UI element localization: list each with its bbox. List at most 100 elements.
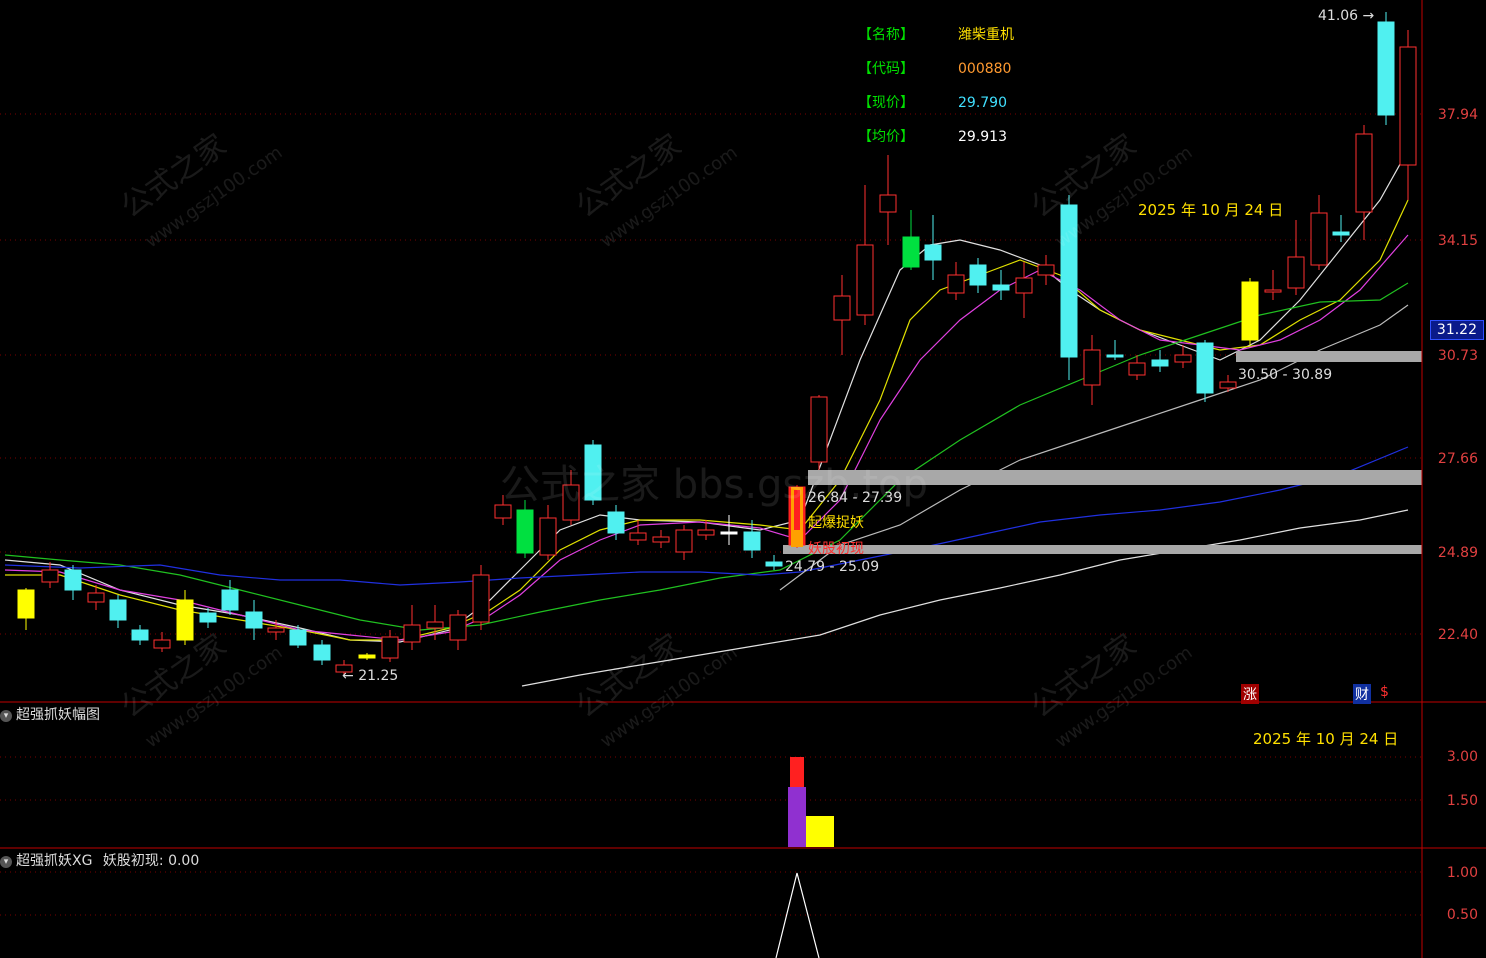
candle-body xyxy=(652,536,670,543)
pane3-axis-label: 1.00 xyxy=(1446,865,1478,881)
candle-body xyxy=(1219,381,1237,389)
high-price-label: 41.06 → xyxy=(1318,8,1375,24)
candle-body xyxy=(17,589,35,619)
price-axis-label: 34.15 xyxy=(1437,233,1478,249)
candle-body xyxy=(426,621,444,629)
pane2-bar-yellow xyxy=(806,816,834,847)
average-price: 29.913 xyxy=(958,129,1007,145)
candle-body xyxy=(879,194,897,213)
pane2-bar-red xyxy=(790,757,804,787)
zone-label-middle: 26.84 - 27.39 xyxy=(808,490,903,506)
candle-body xyxy=(1151,359,1169,367)
candle-body xyxy=(947,274,965,294)
info-row-avg: 【均价】 29.913 xyxy=(858,129,1007,145)
pane3-signal-line xyxy=(775,872,820,958)
rise-badge[interactable]: 涨 xyxy=(1241,684,1259,704)
candle-body xyxy=(607,511,625,534)
candle-body xyxy=(472,574,490,623)
low-price-label: ← 21.25 xyxy=(342,668,399,684)
zone-label-lower: 24.79 - 25.09 xyxy=(785,559,880,575)
price-axis-label: 37.94 xyxy=(1437,107,1478,123)
candle-body xyxy=(1174,354,1192,363)
candle-body xyxy=(1377,21,1395,116)
candle-body xyxy=(539,517,557,556)
candle-body xyxy=(743,531,761,551)
current-price: 29.790 xyxy=(958,95,1007,111)
candle-body xyxy=(41,569,59,583)
candle-body xyxy=(1037,264,1055,276)
candle-body xyxy=(1310,212,1328,266)
info-row-price: 【现价】 29.790 xyxy=(858,95,1007,111)
ma-line xyxy=(4,149,1409,643)
candle-body xyxy=(109,599,127,621)
candle-body xyxy=(313,644,331,661)
candle-body xyxy=(267,627,285,633)
candle-body xyxy=(403,624,421,643)
price-axis-label: 22.40 xyxy=(1437,627,1478,643)
candle-body xyxy=(629,532,647,541)
candle-body xyxy=(1399,46,1417,166)
grid-lines xyxy=(0,113,1422,916)
candle-body xyxy=(902,236,920,268)
price-axis-label: 24.89 xyxy=(1437,545,1478,561)
candle-body xyxy=(992,284,1010,291)
date-label-main: 2025 年 10 月 24 日 xyxy=(1138,201,1284,219)
pane3-axis-label: 0.50 xyxy=(1446,907,1478,923)
candle-body xyxy=(969,264,987,286)
pane2-title[interactable]: ▾ 超强抓妖幅图 xyxy=(0,704,100,724)
candle-body xyxy=(1287,256,1305,289)
price-axis-label: 30.73 xyxy=(1437,348,1478,364)
signal-boom-label: 起爆捉妖 xyxy=(808,515,864,531)
candle-body xyxy=(720,531,738,535)
moving-averages xyxy=(4,149,1409,687)
candle-body xyxy=(1083,349,1101,386)
candle-body xyxy=(1015,277,1033,294)
candle-body xyxy=(856,244,874,316)
signal-first-label: 妖股初现 xyxy=(808,541,864,557)
candle-body xyxy=(289,629,307,646)
kline-chart-window: 公式之家 www.gszj100.com 公式之家 www.gszj100.com … xyxy=(0,0,1486,958)
candle-body xyxy=(1196,342,1214,394)
chevron-down-icon[interactable]: ▾ xyxy=(0,710,12,722)
stock-name: 潍柴重机 xyxy=(958,27,1014,43)
info-row-name: 【名称】 潍柴重机 xyxy=(858,27,1014,43)
candle-body xyxy=(87,592,105,603)
ma-line xyxy=(4,234,1409,641)
pane2-axis-label: 1.50 xyxy=(1446,793,1478,809)
zone-bar-lower xyxy=(783,545,1422,554)
candle-body xyxy=(1128,362,1146,376)
pane2-bar-purple xyxy=(788,787,806,847)
candle-body xyxy=(833,295,851,321)
pane3-indicator: 妖股初现: 0.00 xyxy=(102,853,200,869)
current-price-tag: 31.22 xyxy=(1429,320,1484,340)
date-label-sub: 2025 年 10 月 24 日 xyxy=(1253,730,1399,748)
candle-body xyxy=(697,529,715,536)
candle-body xyxy=(449,614,467,641)
candle-body xyxy=(381,636,399,659)
price-axis-label: 27.66 xyxy=(1437,451,1478,467)
candle-body xyxy=(1264,289,1282,293)
candle-body xyxy=(1355,133,1373,213)
dollar-badge[interactable]: $ xyxy=(1378,684,1391,700)
candle-body xyxy=(516,509,534,554)
pane2-axis-label: 3.00 xyxy=(1446,749,1478,765)
candle-body xyxy=(924,244,942,261)
finance-badge[interactable]: 财 xyxy=(1353,684,1371,704)
candle-body xyxy=(64,569,82,591)
candle-body xyxy=(358,654,376,659)
chevron-down-icon[interactable]: ▾ xyxy=(0,856,12,868)
zone-label-upper: 30.50 - 30.89 xyxy=(1238,367,1333,383)
candle-body xyxy=(153,639,171,649)
stock-code: 000880 xyxy=(958,61,1012,77)
candle-body xyxy=(131,629,149,641)
candle-body xyxy=(1241,281,1259,341)
pane2-histogram xyxy=(788,757,834,847)
candle-body xyxy=(675,529,693,553)
candle-body xyxy=(765,561,783,567)
zone-bar-upper xyxy=(1236,351,1422,362)
candle-body xyxy=(1332,231,1350,236)
pane3-spike xyxy=(775,872,820,958)
pane3-title[interactable]: ▾ 超强抓妖XG 妖股初现: 0.00 xyxy=(0,850,199,870)
info-row-code: 【代码】 000880 xyxy=(858,61,1012,77)
candle-body xyxy=(1106,354,1124,358)
